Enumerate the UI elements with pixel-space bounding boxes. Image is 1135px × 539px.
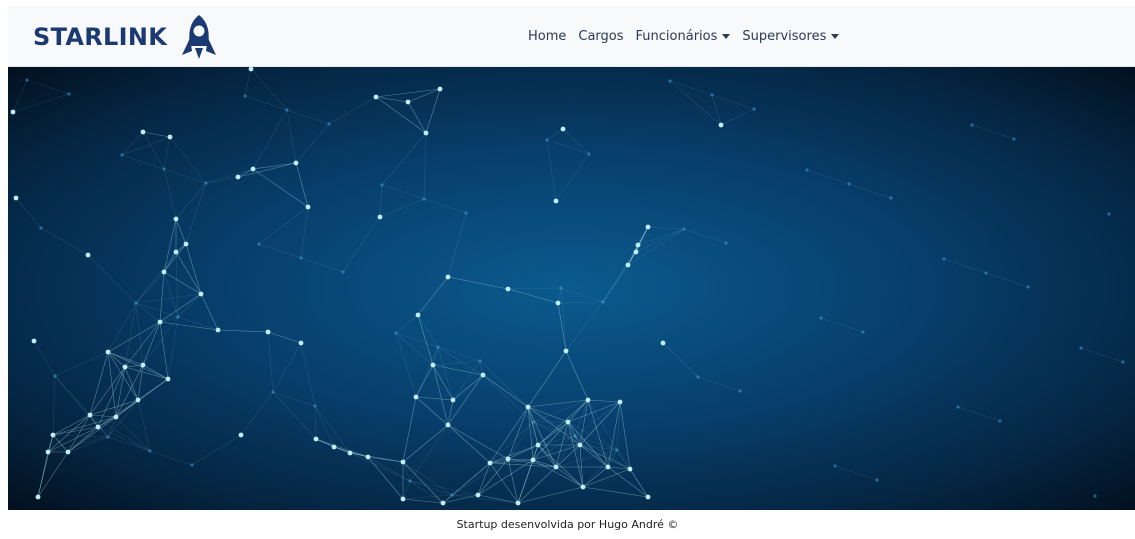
nav-menu: Home Cargos Funcionários Supervisores xyxy=(528,6,840,66)
footer: Startup desenvolvida por Hugo André © xyxy=(0,510,1135,539)
brand-link[interactable]: STARLINK xyxy=(33,12,217,62)
nav-link-home[interactable]: Home xyxy=(528,29,566,44)
rocket-icon xyxy=(182,15,217,59)
nav-link-label: Supervisores xyxy=(742,28,827,44)
caret-down-icon xyxy=(722,33,731,39)
nav-link-label: Cargos xyxy=(578,28,624,44)
brand-name: STARLINK xyxy=(33,23,168,51)
footer-credit: Startup desenvolvida por Hugo André © xyxy=(456,518,679,531)
hero-banner xyxy=(8,67,1135,510)
nav-link-label: Funcionários xyxy=(635,28,718,44)
network-constellation-image xyxy=(10,67,1125,506)
nav-link-cargos[interactable]: Cargos xyxy=(578,29,623,44)
navbar: STARLINK Home Cargos Funcionários Superv xyxy=(8,6,1135,67)
nav-dropdown-supervisores[interactable]: Supervisores xyxy=(742,28,840,44)
page: STARLINK Home Cargos Funcionários Superv xyxy=(0,0,1135,539)
nav-link-label: Home xyxy=(528,28,567,44)
network-lines xyxy=(12,68,1124,504)
caret-down-icon xyxy=(831,33,840,39)
network-nodes xyxy=(10,67,1125,506)
nav-dropdown-funcionarios[interactable]: Funcionários xyxy=(636,29,731,44)
